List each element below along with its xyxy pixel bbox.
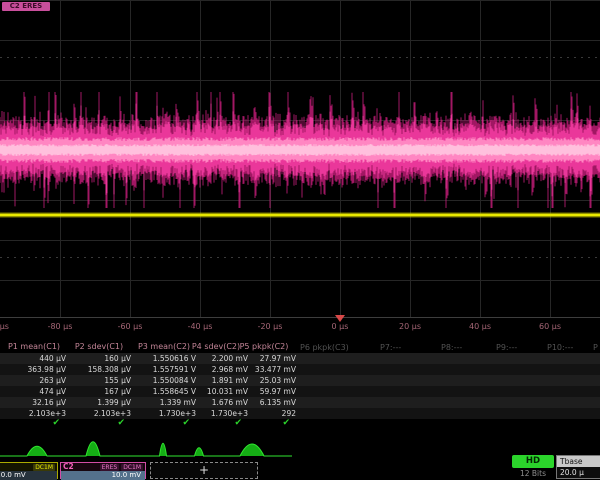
param-header[interactable]: P5 pkpk(C2) xyxy=(232,342,296,351)
time-axis-label: -80 µs xyxy=(36,322,84,331)
measure-value-cell: 2.103e+3 xyxy=(2,409,66,418)
measure-value-cell: 25.03 mV xyxy=(232,376,296,385)
grid-trace-chip[interactable]: C2 ERES xyxy=(2,2,50,11)
resolution-bits-label: 12 Bits xyxy=(512,469,554,478)
measure-value-cell: 2.968 mV xyxy=(184,365,248,374)
measure-value-cell: 474 µV xyxy=(2,387,66,396)
measure-value-cell: 1.339 mV xyxy=(132,398,196,407)
time-axis-label: -100 µs xyxy=(0,322,18,331)
timebase-title: Tbase xyxy=(557,456,600,467)
measure-table-row: 263 µV155 µV1.550084 V1.891 mV25.03 mV xyxy=(0,375,600,386)
c2-label: C2 xyxy=(63,463,74,471)
measure-table-row: 440 µV160 µV1.550616 V2.200 mV27.97 mV xyxy=(0,353,600,364)
measure-value-cell: 32.16 µV xyxy=(2,398,66,407)
param-header-unused[interactable]: P10:--- xyxy=(547,343,573,352)
measure-value-cell: 1.558645 V xyxy=(132,387,196,396)
measure-table-row: 363.98 µV158.308 µV1.557591 V2.968 mV33.… xyxy=(0,364,600,375)
param-header[interactable]: P1 mean(C1) xyxy=(2,342,66,351)
measure-value-cell: 167 µV xyxy=(67,387,131,396)
measure-value-cell: 1.550616 V xyxy=(132,354,196,363)
param-header-unused[interactable]: P6 pkpk(C3) xyxy=(300,343,349,352)
measure-value-cell: 155 µV xyxy=(67,376,131,385)
channel-descriptor-c2[interactable]: C2 ERES DC1M 10.0 mV xyxy=(60,462,146,479)
measure-value-cell: 2.200 mV xyxy=(184,354,248,363)
measure-value-cell: 1.730e+3 xyxy=(184,409,248,418)
param-header[interactable]: P2 sdev(C1) xyxy=(67,342,131,351)
param-header-unused[interactable]: P xyxy=(593,343,598,352)
time-axis-label: 60 µs xyxy=(526,322,574,331)
oscilloscope-screen: C2 ERES -100 µs -80 µs -60 µs -40 µs -20 µs 0… xyxy=(0,0,600,480)
status-check-icon: ✔ xyxy=(132,418,196,428)
status-check-icon: ✔ xyxy=(2,418,66,428)
measure-value-cell: 1.730e+3 xyxy=(132,409,196,418)
c1-trace xyxy=(0,214,600,217)
trace-plot xyxy=(0,0,600,330)
hd-mode-badge[interactable]: HD xyxy=(512,455,554,468)
trend-trace xyxy=(0,442,292,456)
measure-value-cell: 263 µV xyxy=(2,376,66,385)
measure-value-cell: 10.031 mV xyxy=(184,387,248,396)
time-axis-label: 20 µs xyxy=(386,322,434,331)
time-axis-label: 0 µs xyxy=(316,322,364,331)
measure-value-cell: 363.98 µV xyxy=(2,365,66,374)
trend-strip xyxy=(0,430,600,462)
measure-value-cell: 2.103e+3 xyxy=(67,409,131,418)
time-axis-label: 40 µs xyxy=(456,322,504,331)
measure-value-cell: 292 xyxy=(232,409,296,418)
c2-coupling-tag: DC1M xyxy=(121,464,143,471)
measure-value-cell: 1.891 mV xyxy=(184,376,248,385)
param-header-unused[interactable]: P9:--- xyxy=(496,343,517,352)
param-header-unused[interactable]: P8:--- xyxy=(441,343,462,352)
timebase-descriptor[interactable]: Tbase 20.0 µ xyxy=(556,455,600,479)
c2-volts-per-div: 10.0 mV xyxy=(61,471,145,480)
timebase-value: 20.0 µ xyxy=(557,467,600,477)
measure-value-cell: 1.399 µV xyxy=(67,398,131,407)
time-axis-label: -40 µs xyxy=(176,322,224,331)
plus-icon: + xyxy=(199,463,209,477)
add-trace-button[interactable]: + xyxy=(150,462,258,479)
measure-value-cell: 33.477 mV xyxy=(232,365,296,374)
time-axis: -100 µs -80 µs -60 µs -40 µs -20 µs 0 µs 20 µs… xyxy=(0,318,600,338)
c2-eres-tag: ERES xyxy=(100,464,120,471)
channel-descriptor-c1[interactable]: C1 DC1M 10.0 mV xyxy=(0,462,58,479)
measure-table-row: 474 µV167 µV1.558645 V10.031 mV59.97 mV xyxy=(0,386,600,397)
measure-value-cell: 1.557591 V xyxy=(132,365,196,374)
measure-value-cell: 158.308 µV xyxy=(67,365,131,374)
c1-volts-per-div: 10.0 mV xyxy=(0,471,57,480)
status-check-icon: ✔ xyxy=(184,418,248,428)
time-axis-label: -20 µs xyxy=(246,322,294,331)
status-check-icon: ✔ xyxy=(67,418,131,428)
measure-table-row: 2.103e+32.103e+31.730e+31.730e+3292 xyxy=(0,408,600,419)
measure-value-cell: 1.550084 V xyxy=(132,376,196,385)
measure-value-cell: 1.676 mV xyxy=(184,398,248,407)
measure-value-cell: 27.97 mV xyxy=(232,354,296,363)
time-axis-label: -60 µs xyxy=(106,322,154,331)
param-header-unused[interactable]: P7:--- xyxy=(380,343,401,352)
measure-value-cell: 440 µV xyxy=(2,354,66,363)
c1-coupling-tag: DC1M xyxy=(33,464,55,471)
trigger-position-marker[interactable] xyxy=(335,315,345,322)
measure-value-cell: 160 µV xyxy=(67,354,131,363)
measure-value-cell: 59.97 mV xyxy=(232,387,296,396)
status-check-icon: ✔ xyxy=(232,418,296,428)
measure-table-row: 32.16 µV1.399 µV1.339 mV1.676 mV6.135 mV xyxy=(0,397,600,408)
measure-value-cell: 6.135 mV xyxy=(232,398,296,407)
